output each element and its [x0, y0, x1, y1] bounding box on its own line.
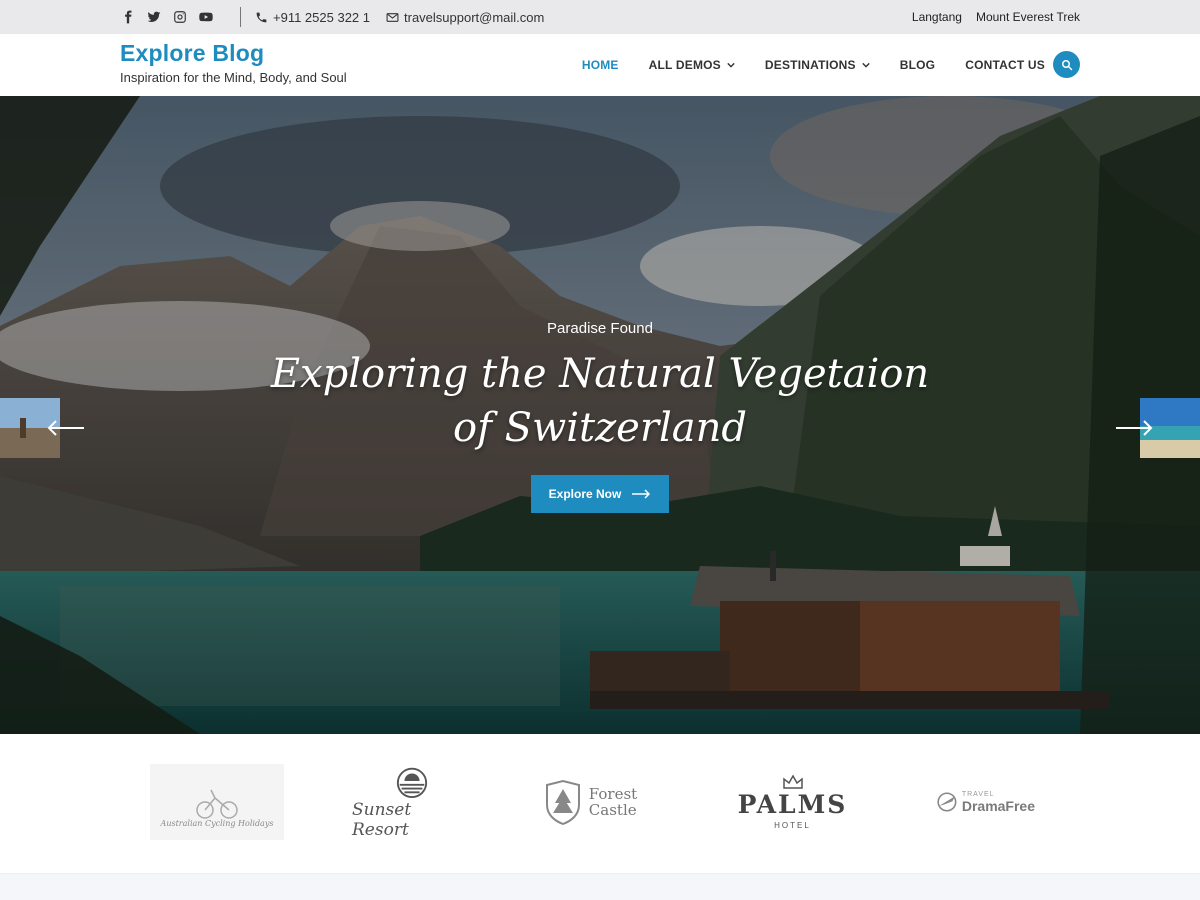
- logo-4-main: PALMS: [737, 790, 848, 819]
- site-tagline: Inspiration for the Mind, Body, and Soul: [120, 70, 347, 85]
- logo-australian-cycling-holidays[interactable]: Australian Cycling Holidays: [150, 764, 284, 840]
- twitter-icon[interactable]: [146, 9, 162, 25]
- explore-now-label: Explore Now: [548, 487, 622, 501]
- top-bar: +911 2525 322 1 travelsupport@mail.com L…: [0, 0, 1200, 34]
- phone-link[interactable]: +911 2525 322 1: [255, 10, 370, 25]
- facebook-icon[interactable]: [120, 9, 136, 25]
- nav-destinations[interactable]: DESTINATIONS: [765, 58, 870, 72]
- instagram-icon[interactable]: [172, 9, 188, 25]
- logo-travel-drama-free[interactable]: TRAVEL DramaFree: [935, 764, 1035, 840]
- mail-icon: [386, 12, 399, 22]
- cyclist-icon: [196, 789, 238, 819]
- main-nav: HOME ALL DEMOS DESTINATIONS BLOG CONTACT…: [552, 51, 1080, 78]
- arrow-right-icon: [632, 489, 651, 499]
- logo-3-line-2: Castle: [588, 801, 637, 819]
- hero-title-line-2: of Switzerland: [453, 405, 747, 451]
- email-link[interactable]: travelsupport@mail.com: [386, 10, 544, 25]
- logo-sunset-resort[interactable]: Sunset Resort: [352, 764, 472, 840]
- logo-5-small: TRAVEL: [961, 790, 995, 798]
- nav-all-demos-label: ALL DEMOS: [648, 57, 721, 72]
- nav-all-demos[interactable]: ALL DEMOS: [649, 58, 735, 72]
- hero-title: Exploring the Natural Vegetaion of Switz…: [0, 347, 1200, 455]
- site-title[interactable]: Explore Blog: [120, 40, 347, 67]
- crown-icon: [782, 774, 803, 789]
- nav-contact-label: CONTACT US: [965, 57, 1045, 72]
- divider: [240, 7, 241, 27]
- top-link-langtang[interactable]: Langtang: [912, 10, 962, 24]
- search-button[interactable]: [1053, 51, 1080, 78]
- hero-slider: Paradise Found Exploring the Natural Veg…: [0, 96, 1200, 734]
- social-links: [120, 9, 214, 25]
- partner-logos: Australian Cycling Holidays Sunset Resor…: [0, 734, 1200, 874]
- top-links: Langtang Mount Everest Trek: [912, 10, 1080, 24]
- logo-5-text: TRAVEL DramaFree: [962, 791, 1035, 814]
- nav-blog-label: BLOG: [899, 57, 936, 72]
- hero-content: Paradise Found Exploring the Natural Veg…: [0, 320, 1200, 513]
- shield-tree-icon: [545, 779, 580, 825]
- site-header: Explore Blog Inspiration for the Mind, B…: [0, 34, 1200, 96]
- search-icon: [1061, 59, 1072, 70]
- sunset-icon: [396, 767, 428, 798]
- hero-subtitle: Paradise Found: [547, 320, 653, 337]
- footer-band: [0, 874, 1200, 900]
- logo-forest-castle[interactable]: Forest Castle: [540, 764, 640, 840]
- contact-info: +911 2525 322 1 travelsupport@mail.com: [255, 10, 544, 25]
- nav-home[interactable]: HOME: [582, 58, 619, 72]
- email-text: travelsupport@mail.com: [404, 9, 545, 25]
- explore-now-button[interactable]: Explore Now: [530, 475, 670, 513]
- brand: Explore Blog Inspiration for the Mind, B…: [120, 40, 347, 85]
- globe-plane-icon: [937, 792, 957, 812]
- phone-icon: [256, 12, 267, 22]
- top-link-everest[interactable]: Mount Everest Trek: [976, 10, 1080, 24]
- phone-text: +911 2525 322 1: [273, 9, 370, 25]
- nav-contact-us[interactable]: CONTACT US: [965, 58, 1045, 72]
- logo-3-line-1: Forest: [588, 785, 638, 803]
- nav-blog[interactable]: BLOG: [900, 58, 935, 72]
- logo-1-text: Australian Cycling Holidays: [160, 819, 274, 828]
- nav-destinations-label: DESTINATIONS: [764, 57, 856, 72]
- logo-3-text: Forest Castle: [589, 786, 637, 818]
- hero-title-line-1: Exploring the Natural Vegetaion: [270, 351, 930, 397]
- chevron-down-icon: [862, 62, 870, 68]
- nav-home-label: HOME: [581, 57, 619, 72]
- logo-palms-hotel[interactable]: PALMS HOTEL: [725, 764, 860, 840]
- logo-4-sub: HOTEL: [774, 821, 811, 830]
- logo-5-main: DramaFree: [961, 797, 1035, 814]
- youtube-icon[interactable]: [198, 9, 214, 25]
- logo-2-text: Sunset Resort: [352, 800, 412, 840]
- chevron-down-icon: [727, 62, 735, 68]
